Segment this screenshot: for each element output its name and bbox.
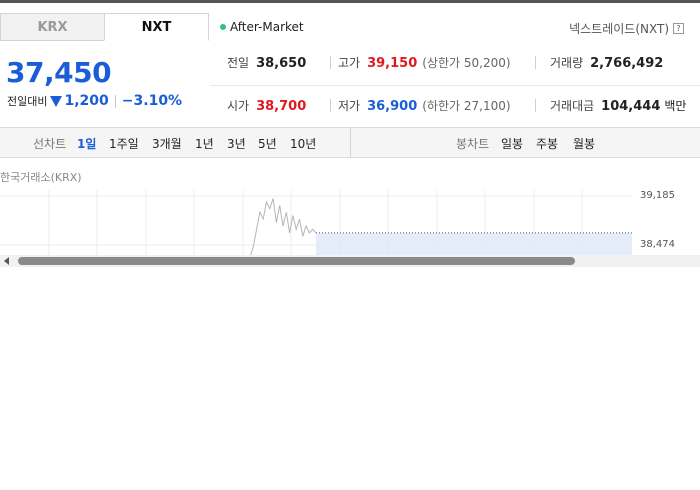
change-value: 1,200 <box>64 93 109 109</box>
stat-label: 거래량 <box>550 56 584 70</box>
period-3y[interactable]: 3년 <box>227 135 246 152</box>
stat-value: 39,150 <box>367 56 418 71</box>
stat-turnover: 거래대금 104,444 백만 <box>550 97 686 114</box>
price-change: 전일대비 1,200 −3.10% <box>7 93 182 109</box>
stat-value: 36,900 <box>367 99 418 114</box>
stat-value: 38,700 <box>256 99 307 114</box>
change-percent: −3.10% <box>121 93 183 109</box>
series-line <box>249 198 317 258</box>
stat-value: 104,444 <box>601 99 661 114</box>
session-label: After-Market <box>230 20 304 34</box>
stat-low: 저가 36,900 (하한가 27,100) <box>338 97 511 114</box>
down-triangle-icon <box>50 95 63 107</box>
tab-nxt[interactable]: NXT <box>104 13 209 41</box>
chart-scrollbar[interactable] <box>0 255 700 267</box>
stat-open: 시가 38,700 <box>227 97 306 114</box>
y-tick-label: 39,185 <box>640 190 675 201</box>
stat-high: 고가 39,150 (상한가 50,200) <box>338 54 511 71</box>
y-tick-label: 38,474 <box>640 239 675 250</box>
stat-label: 시가 <box>227 99 250 113</box>
change-label: 전일대비 <box>7 95 48 108</box>
stat-divider <box>535 99 536 112</box>
candle-weekly[interactable]: 주봉 <box>536 135 558 152</box>
stat-prev-close: 전일 38,650 <box>227 54 306 71</box>
chart-source-label: 한국거래소(KRX) <box>0 171 82 184</box>
after-market-band <box>316 232 632 256</box>
stat-divider <box>330 56 331 69</box>
stat-divider <box>330 99 331 112</box>
candle-chart-title: 봉차트 <box>456 137 490 151</box>
stat-unit: 백만 <box>664 99 687 113</box>
period-5y[interactable]: 5년 <box>258 135 277 152</box>
scroll-thumb[interactable] <box>18 257 575 265</box>
period-3m[interactable]: 3개월 <box>152 135 182 152</box>
price-chart: 39,185 38,474 <box>0 190 700 258</box>
provider-label: 넥스트레이드(NXT) <box>569 22 669 36</box>
current-price: 37,450 <box>6 56 112 89</box>
top-border <box>0 0 700 3</box>
stat-divider <box>535 56 536 69</box>
period-1w[interactable]: 1주일 <box>109 135 139 152</box>
scroll-left-icon[interactable] <box>4 257 9 265</box>
help-icon[interactable]: ? <box>673 23 684 34</box>
stat-value: 38,650 <box>256 56 307 71</box>
period-10y[interactable]: 10년 <box>290 135 316 152</box>
stat-label: 저가 <box>338 99 361 113</box>
line-chart-title: 선차트 <box>33 137 67 151</box>
toolbar-divider <box>350 128 351 157</box>
tab-krx[interactable]: KRX <box>0 13 105 41</box>
stat-label: 거래대금 <box>550 99 595 113</box>
stat-sub: (하한가 27,100) <box>422 99 511 113</box>
period-1y[interactable]: 1년 <box>195 135 214 152</box>
stat-sub: (상한가 50,200) <box>422 56 511 70</box>
candle-daily[interactable]: 일봉 <box>501 135 523 152</box>
price-chart-svg <box>0 190 632 258</box>
change-divider <box>114 94 116 108</box>
stat-value: 2,766,492 <box>590 56 664 71</box>
chart-toolbar: 선차트 1일 1주일 3개월 1년 3년 5년 10년 봉차트 일봉 주봉 월봉 <box>0 127 700 158</box>
stat-label: 전일 <box>227 56 250 70</box>
stats-divider <box>210 85 700 86</box>
session-dot-icon <box>220 24 226 30</box>
session-indicator: After-Market <box>220 20 304 34</box>
stat-volume: 거래량 2,766,492 <box>550 54 663 71</box>
stat-label: 고가 <box>338 56 361 70</box>
candle-monthly[interactable]: 월봉 <box>573 135 595 152</box>
period-1d[interactable]: 1일 <box>77 135 96 152</box>
market-tabs: KRX NXT <box>0 13 209 41</box>
provider: 넥스트레이드(NXT) ? <box>569 20 684 37</box>
